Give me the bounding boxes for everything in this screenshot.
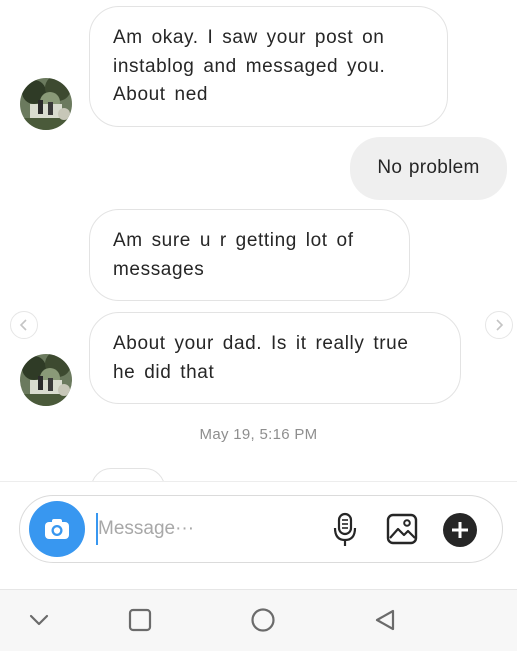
message-line: Am okay. I saw your post on — [113, 27, 385, 48]
avatar-photo-icon — [20, 354, 72, 406]
microphone-icon — [333, 512, 357, 546]
collapse-nav-button[interactable] — [17, 598, 61, 642]
message-line: About your dad. Is it really true — [113, 333, 409, 354]
chevron-left-icon — [19, 319, 27, 331]
message-bubble-outgoing[interactable]: No problem — [350, 137, 507, 200]
camera-icon — [45, 519, 69, 539]
chevron-down-icon — [29, 614, 49, 626]
gallery-button[interactable] — [384, 511, 420, 547]
camera-button[interactable] — [29, 501, 85, 557]
message-timestamp: May 19, 5:16 PM — [199, 426, 318, 443]
recents-button[interactable] — [118, 598, 162, 642]
home-circle-icon — [251, 608, 275, 632]
home-button[interactable] — [241, 598, 285, 642]
previous-arrow-button[interactable] — [10, 311, 38, 339]
text-cursor — [96, 513, 98, 545]
message-bubble-incoming[interactable]: Am okay. I saw your post on instablog an… — [89, 6, 448, 127]
message-bubble-incoming[interactable]: About your dad. Is it really true he did… — [89, 312, 461, 404]
message-input[interactable] — [96, 512, 308, 546]
back-triangle-icon — [375, 609, 395, 631]
avatar[interactable] — [20, 78, 72, 130]
more-options-button[interactable] — [441, 511, 479, 549]
message-line: messages — [113, 258, 205, 280]
plus-icon — [443, 513, 477, 547]
message-line: About ned — [113, 84, 209, 105]
back-button[interactable] — [363, 598, 407, 642]
gallery-icon — [386, 513, 418, 545]
recents-square-icon — [128, 608, 152, 632]
next-arrow-button[interactable] — [485, 311, 513, 339]
chevron-right-icon — [496, 319, 504, 331]
message-line: instablog and messaged you. — [113, 55, 386, 77]
microphone-button[interactable] — [328, 510, 362, 550]
avatar[interactable] — [20, 354, 72, 406]
message-bubble-incoming[interactable]: Am sure u r getting lot of messages — [89, 209, 410, 301]
message-line: he did that — [113, 361, 215, 383]
message-line: No problem — [377, 157, 480, 178]
dm-thread-screen: Am okay. I saw your post on instablog an… — [0, 0, 517, 651]
avatar-photo-icon — [20, 78, 72, 130]
message-line: Am sure u r getting lot of — [113, 230, 354, 251]
